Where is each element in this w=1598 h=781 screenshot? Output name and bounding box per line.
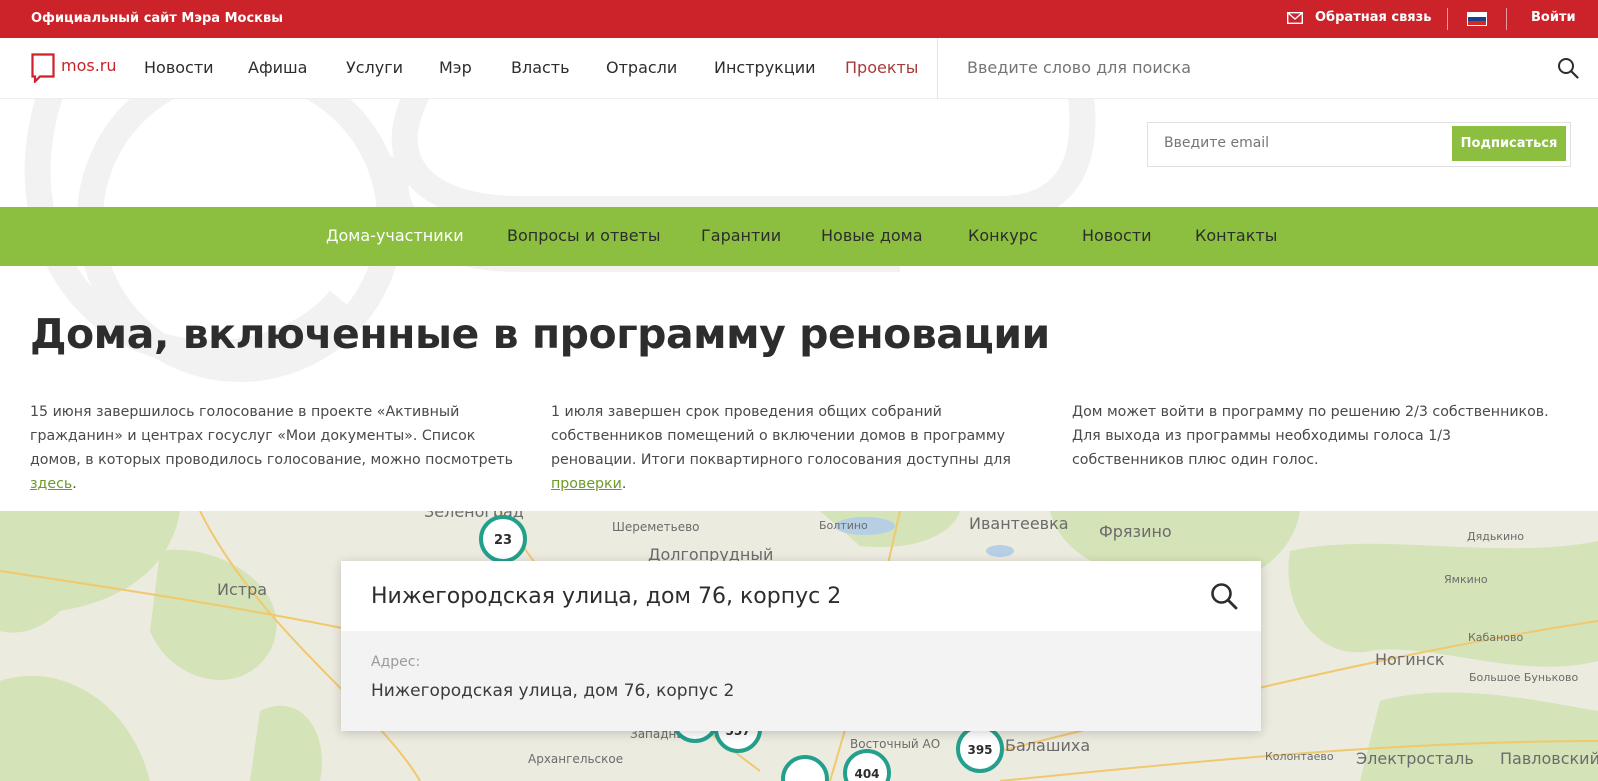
info-text: 1 июля завершен срок проведения общих со…	[551, 404, 1011, 468]
check-link[interactable]: проверки	[551, 476, 622, 492]
cluster-count: 23	[494, 533, 512, 548]
nav-services[interactable]: Услуги	[346, 58, 439, 77]
cluster-marker[interactable]: 23	[479, 515, 527, 563]
site-title[interactable]: Официальный сайт Мэра Москвы	[31, 11, 283, 26]
mail-icon	[1287, 11, 1303, 24]
divider	[1506, 8, 1507, 30]
speech-bubble-logo-icon	[31, 53, 55, 83]
map-label: Ивантеевка	[969, 514, 1069, 533]
page-title: Дома, включенные в программу реновации	[30, 310, 1050, 358]
info-column-voting: 15 июня завершилось голосование в проект…	[30, 404, 513, 492]
search-icon[interactable]	[1556, 56, 1580, 80]
cluster-marker[interactable]: 395	[956, 725, 1004, 773]
logo-text: mos.ru	[61, 56, 117, 75]
map-label: Дядькино	[1467, 530, 1524, 543]
suggestion-label: Адрес:	[371, 654, 421, 670]
nav-instructions[interactable]: Инструкции	[714, 58, 845, 77]
russian-flag-icon[interactable]	[1467, 12, 1487, 26]
map-label: Большое Буньково	[1469, 671, 1578, 684]
divider	[1447, 8, 1448, 30]
top-bar: Официальный сайт Мэра Москвы Обратная св…	[0, 0, 1598, 38]
divider	[937, 38, 938, 99]
feedback-label: Обратная связь	[1315, 10, 1432, 25]
tab-participating-houses[interactable]: Дома-участники	[326, 226, 507, 245]
nav-government[interactable]: Власть	[511, 58, 606, 77]
map-label: Ямкино	[1444, 573, 1488, 586]
subscribe-form: Подписаться	[1147, 122, 1571, 167]
info-text: Дом может войти в программу по решению 2…	[1072, 404, 1549, 468]
tab-guarantees[interactable]: Гарантии	[701, 226, 821, 245]
nav-afisha[interactable]: Афиша	[248, 58, 346, 77]
map-label: Архангельское	[528, 752, 623, 766]
project-nav: Дома-участники Вопросы и ответы Гарантии…	[0, 207, 1598, 266]
map-label: Кабаново	[1468, 631, 1523, 644]
email-field[interactable]	[1164, 135, 1434, 151]
mos-logo[interactable]: mos.ru	[31, 53, 117, 83]
address-search-panel: Нижегородская улица, дом 76, корпус 2 Ад…	[341, 561, 1261, 731]
tab-new-houses[interactable]: Новые дома	[821, 226, 968, 245]
feedback-link[interactable]: Обратная связь	[1287, 10, 1431, 25]
nav-projects[interactable]: Проекты	[845, 58, 918, 77]
address-suggestion[interactable]: Адрес: Нижегородская улица, дом 76, корп…	[341, 631, 1261, 731]
map-label: Ногинск	[1375, 650, 1445, 669]
info-column-meetings: 1 июля завершен срок проведения общих со…	[551, 404, 1011, 492]
search-icon[interactable]	[1209, 581, 1239, 611]
address-value[interactable]: Нижегородская улица, дом 76, корпус 2	[371, 584, 841, 609]
cluster-count: 395	[967, 743, 992, 757]
cluster-count: 404	[854, 767, 879, 781]
subscribe-button[interactable]: Подписаться	[1452, 126, 1566, 161]
nav-mayor[interactable]: Мэр	[439, 58, 511, 77]
suggestion-text[interactable]: Нижегородская улица, дом 76, корпус 2	[371, 681, 734, 701]
tab-contacts[interactable]: Контакты	[1195, 226, 1277, 245]
map-label: Фрязино	[1099, 522, 1172, 541]
address-search-input[interactable]: Нижегородская улица, дом 76, корпус 2	[341, 561, 1261, 631]
cluster-marker[interactable]	[781, 755, 829, 781]
list-link[interactable]: здесь	[30, 476, 72, 492]
main-header: mos.ru Новости Афиша Услуги Мэр Власть О…	[0, 38, 1598, 99]
map-label: Павловский П	[1500, 749, 1598, 768]
map-label: Восточный АО	[850, 737, 940, 751]
tab-contest[interactable]: Конкурс	[968, 226, 1082, 245]
map-label: Шереметьево	[612, 520, 700, 534]
map-label: Электросталь	[1356, 749, 1474, 768]
nav-news[interactable]: Новости	[144, 58, 248, 77]
map-label: Истра	[217, 580, 267, 599]
map-label: Балашиха	[1005, 736, 1090, 755]
tab-faq[interactable]: Вопросы и ответы	[507, 226, 701, 245]
info-column-rules: Дом может войти в программу по решению 2…	[1072, 400, 1567, 472]
nav-industries[interactable]: Отрасли	[606, 58, 714, 77]
site-search-input[interactable]	[967, 58, 1527, 77]
main-nav: Новости Афиша Услуги Мэр Власть Отрасли …	[144, 58, 918, 77]
info-text: 15 июня завершилось голосование в проект…	[30, 404, 513, 468]
map-label: Болтино	[819, 519, 868, 532]
cluster-marker[interactable]: 404	[843, 749, 891, 781]
map-label: Колонтаево	[1265, 750, 1334, 763]
tab-news[interactable]: Новости	[1082, 226, 1195, 245]
login-link[interactable]: Войти	[1531, 10, 1576, 25]
